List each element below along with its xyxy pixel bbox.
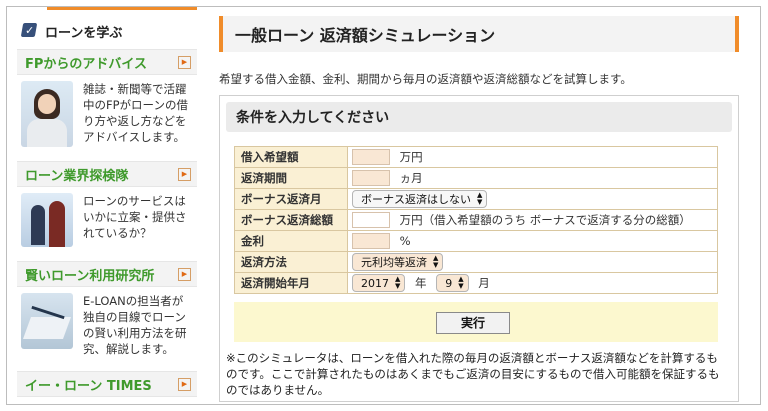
field-label: 金利 [234,230,348,252]
amount-input[interactable] [352,149,390,165]
page-title: 一般ローン 返済額シミュレーション [219,16,739,52]
unit-label: ヵ月 [399,171,423,185]
woman-photo[interactable] [21,81,73,147]
form-row-method: 返済方法 元利均等返済 ▲ ▼ [234,251,718,273]
disclaimer-note: ※このシミュレータは、ローンを借入れた際の毎月の返済額とボーナス返済額などを計算… [226,351,720,397]
unit-label: 万円（借入希望額のうち ボーナスで返済する分の総額） [399,213,691,227]
section-title-text[interactable]: イー・ローン TIMES [25,375,152,394]
field-label: 返済開始年月 [234,272,348,294]
book-check-icon: ✓ [19,21,41,41]
bonus-month-select[interactable]: ボーナス返済はしない ▲ ▼ [352,190,488,208]
rate-input[interactable] [352,233,390,249]
sidebar-section-fp-advice[interactable]: FPからのアドバイス ▶ 雑誌・新聞等で活躍中のFPがローンの借り方や返し方など… [17,49,197,155]
people-photo[interactable] [21,193,73,247]
selected-value: 2017 [361,276,389,290]
desk-photo[interactable] [21,293,73,349]
form-row-bonus-month: ボーナス返済月 ボーナス返済はしない ▲ ▼ [234,188,718,210]
selected-value: 9 [445,276,453,290]
period-input[interactable] [352,170,390,186]
sidebar-header-title: ローンを学ぶ [45,25,123,41]
sidebar-section-title[interactable]: ローン業界探検隊 ▶ [17,161,197,187]
section-title-text[interactable]: ローン業界探検隊 [25,165,128,184]
selected-value: 元利均等返済 [361,256,427,269]
section-title-text[interactable]: 賢いローン利用研究所 [25,265,154,284]
bonus-total-input[interactable] [352,212,390,228]
sidebar-section-body: 雑誌・新聞等で活躍中のFPがローンの借り方や返し方などをアドバイスします。 [17,75,197,155]
sidebar: ✓ ローンを学ぶ FPからのアドバイス ▶ 雑誌・新聞等で活躍中のFPがローンの… [17,7,197,397]
sidebar-section-body: ローンのサービスはいかに立案・提供されているか？ [17,187,197,255]
selected-value: ボーナス返済はしない [361,193,471,206]
field-label: 返済方法 [234,251,348,273]
field-label: 借入希望額 [234,146,348,168]
sidebar-section-title[interactable]: 賢いローン利用研究所 ▶ [17,261,197,287]
submit-area: 実行 [234,302,718,342]
page-frame: ✓ ローンを学ぶ FPからのアドバイス ▶ 雑誌・新聞等で活躍中のFPがローンの… [6,6,761,405]
arrow-right-icon[interactable]: ▶ [178,55,191,69]
sidebar-top-bar [17,7,197,19]
form-row-start: 返済開始年月 2017 ▲ ▼ 年 9 ▲ ▼ 月 [234,272,718,294]
arrow-right-icon[interactable]: ▶ [178,167,191,181]
chevron-updown-icon: ▲ ▼ [395,275,401,290]
field-label: 返済期間 [234,167,348,189]
sidebar-section-body: E-LOANの担当者が独自の目線でローンの賢い利用方法を研究、解説します。 [17,287,197,365]
unit-label: 月 [478,276,490,290]
chevron-updown-icon: ▲ ▼ [477,191,483,206]
form-row-amount: 借入希望額 万円 [234,146,718,168]
form-row-bonus-total: ボーナス返済総額 万円（借入希望額のうち ボーナスで返済する分の総額） [234,209,718,231]
section-description: E-LOANの担当者が独自の目線でローンの賢い利用方法を研究、解説します。 [83,294,187,356]
panel-title: 条件を入力してください [226,102,732,132]
arrow-right-icon[interactable]: ▶ [178,377,191,391]
chevron-updown-icon: ▲ ▼ [433,254,439,269]
sidebar-section-title[interactable]: FPからのアドバイス ▶ [17,49,197,75]
start-month-select[interactable]: 9 ▲ ▼ [436,274,469,292]
field-label: ボーナス返済月 [234,188,348,210]
start-year-select[interactable]: 2017 ▲ ▼ [352,274,406,292]
sidebar-section-times[interactable]: イー・ローン TIMES ▶ [17,371,197,397]
form-row-rate: 金利 % [234,230,718,252]
unit-label: 万円 [399,150,423,164]
section-description: 雑誌・新聞等で活躍中のFPがローンの借り方や返し方などをアドバイスします。 [83,82,188,144]
sidebar-section-research[interactable]: 賢いローン利用研究所 ▶ E-LOANの担当者が独自の目線でローンの賢い利用方法… [17,261,197,365]
unit-label: 年 [415,276,427,290]
submit-button[interactable]: 実行 [436,312,510,334]
intro-text: 希望する借入金額、金利、期間から毎月の返済額や返済総額などを試算します。 [219,72,632,86]
sidebar-section-title[interactable]: イー・ローン TIMES ▶ [17,371,197,397]
unit-label: % [399,234,411,248]
simulation-panel: 条件を入力してください 借入希望額 万円 返済期間 ヵ月 ボーナス返済月 ボーナ… [219,95,739,402]
repayment-method-select[interactable]: 元利均等返済 ▲ ▼ [352,253,444,271]
simulation-form: 借入希望額 万円 返済期間 ヵ月 ボーナス返済月 ボーナス返済はしない ▲ ▼ … [234,146,718,294]
section-title-text[interactable]: FPからのアドバイス [25,53,147,72]
chevron-updown-icon: ▲ ▼ [458,275,464,290]
sidebar-section-industry[interactable]: ローン業界探検隊 ▶ ローンのサービスはいかに立案・提供されているか？ [17,161,197,255]
arrow-right-icon[interactable]: ▶ [178,267,191,281]
sidebar-header: ✓ ローンを学ぶ [17,19,197,43]
form-row-period: 返済期間 ヵ月 [234,167,718,189]
field-label: ボーナス返済総額 [234,209,348,231]
section-description: ローンのサービスはいかに立案・提供されているか？ [83,194,187,240]
